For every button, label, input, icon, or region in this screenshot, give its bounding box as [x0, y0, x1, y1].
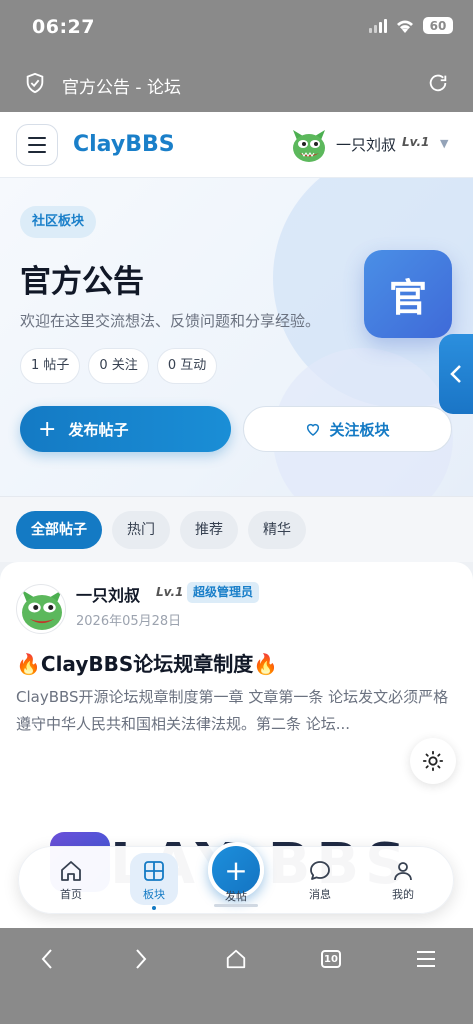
- heart-icon: [307, 423, 320, 436]
- home-icon: [61, 861, 81, 881]
- nav-messages-label: 消息: [309, 888, 331, 901]
- nav-boards-label: 板块: [143, 888, 165, 901]
- post-author-name[interactable]: 一只刘叔: [76, 582, 140, 606]
- nav-me[interactable]: 我的: [373, 859, 433, 902]
- board-icon: 官: [364, 250, 452, 338]
- user-avatar[interactable]: [289, 126, 329, 166]
- hamburger-icon: [417, 951, 435, 967]
- signal-icon: [369, 18, 387, 33]
- chevron-down-icon[interactable]: ▼: [440, 137, 448, 150]
- browser-page-title[interactable]: 官方公告 - 论坛: [62, 73, 181, 98]
- browser-home-button[interactable]: [221, 944, 251, 974]
- tab-all-posts[interactable]: 全部帖子: [16, 511, 102, 549]
- post-author-role-badge: 超级管理员: [187, 582, 260, 603]
- post-excerpt[interactable]: ClayBBS开源论坛规章制度第一章 文章第一条 论坛发文必须严格遵守中华人民共…: [16, 684, 456, 738]
- status-time: 06:27: [32, 16, 95, 38]
- shield-check-icon[interactable]: [24, 72, 46, 94]
- new-post-label: 发布帖子: [68, 420, 129, 439]
- nav-home-label: 首页: [60, 888, 82, 901]
- post-author-level: Lv.1: [156, 585, 184, 599]
- menu-button[interactable]: [16, 124, 58, 166]
- user-level-badge: Lv.1: [402, 135, 430, 149]
- post-title[interactable]: 🔥ClayBBS论坛规章制度🔥: [16, 648, 278, 677]
- frog-avatar-icon: [22, 590, 62, 630]
- follow-board-button[interactable]: 关注板块: [243, 406, 452, 452]
- nav-post-label: 发帖: [225, 890, 247, 903]
- browser-back-button[interactable]: [32, 944, 62, 974]
- tab-recommended[interactable]: 推荐: [180, 511, 238, 549]
- status-icons: 60: [369, 17, 453, 34]
- stat-interactions: 0 互动: [156, 348, 218, 384]
- post-filter-tabs: 全部帖子 热门 推荐 精华: [16, 511, 306, 549]
- nav-active-dot: [152, 906, 156, 910]
- nav-boards[interactable]: 板块: [124, 859, 184, 910]
- plus-icon: +: [224, 853, 248, 887]
- user-icon: [394, 862, 412, 881]
- chat-bubble-icon: [310, 861, 330, 880]
- brand-logo[interactable]: ClayBBS: [73, 132, 175, 157]
- tab-featured[interactable]: 精华: [248, 511, 306, 549]
- chevron-left-icon: [450, 365, 461, 383]
- nav-me-label: 我的: [392, 888, 414, 901]
- nav-messages[interactable]: 消息: [290, 859, 350, 902]
- grid-icon: [144, 861, 164, 881]
- sun-icon: [422, 750, 444, 772]
- wifi-icon: [397, 20, 413, 33]
- chevron-left-icon: [41, 949, 52, 969]
- section-badge: 社区板块: [20, 206, 97, 238]
- plus-icon: +: [38, 416, 57, 442]
- theme-toggle-button[interactable]: [410, 738, 456, 784]
- post-date: 2026年05月28日: [76, 614, 182, 629]
- app-header: ClayBBS 一只刘叔 Lv.1 ▼: [0, 112, 473, 178]
- board-title: 官方公告: [20, 264, 144, 300]
- user-name[interactable]: 一只刘叔: [336, 134, 396, 155]
- board-description: 欢迎在这里交流想法、反馈问题和分享经验。: [20, 312, 321, 330]
- home-icon: [226, 949, 246, 969]
- status-bar: 06:27 60: [0, 0, 473, 56]
- board-hero: 社区板块 官方公告 欢迎在这里交流想法、反馈问题和分享经验。 官 1 帖子 0 …: [0, 178, 473, 496]
- tab-hot[interactable]: 热门: [112, 511, 170, 549]
- post-author-avatar[interactable]: [16, 584, 66, 634]
- tab-count: 10: [321, 950, 341, 968]
- new-post-button[interactable]: + 发布帖子: [20, 406, 231, 452]
- browser-tabs-button[interactable]: 10: [316, 944, 346, 974]
- browser-forward-button[interactable]: [126, 944, 156, 974]
- post-filter-bar: 全部帖子 热门 推荐 精华: [0, 496, 473, 562]
- stat-posts: 1 帖子: [20, 348, 81, 384]
- battery-indicator: 60: [423, 17, 453, 34]
- fab-underline: [214, 904, 258, 907]
- stat-followers: 0 关注: [88, 348, 149, 384]
- follow-board-label: 关注板块: [329, 420, 390, 439]
- reload-icon[interactable]: [427, 72, 449, 94]
- side-drawer-toggle[interactable]: [439, 334, 473, 414]
- nav-home[interactable]: 首页: [41, 859, 101, 902]
- browser-menu-button[interactable]: [411, 944, 441, 974]
- browser-title-bar: 官方公告 - 论坛: [0, 56, 473, 112]
- board-stats: 1 帖子 0 关注 0 互动: [20, 348, 218, 384]
- browser-bottom-bar: 10: [0, 928, 473, 1024]
- chevron-right-icon: [136, 949, 147, 969]
